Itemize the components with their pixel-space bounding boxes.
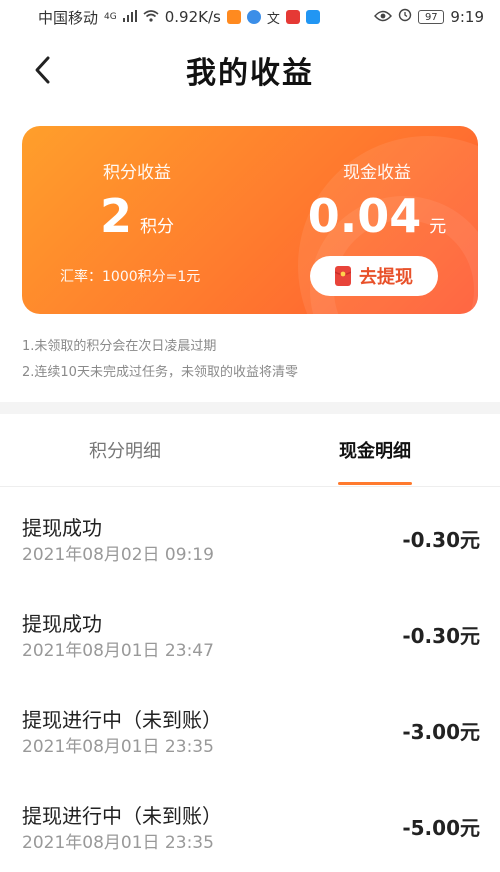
eye-icon — [374, 8, 393, 26]
status-bar: 中国移动 4G 0.92K/s 文 97 9:19 — [0, 0, 500, 34]
network-speed: 0.92K/s — [164, 8, 221, 26]
points-value: 2 — [100, 189, 133, 243]
wifi-icon — [143, 8, 159, 26]
browser-notification-icon — [246, 10, 261, 24]
tab-cash-detail[interactable]: 现金明细 — [330, 414, 420, 486]
record-time: 2021年08月01日 23:35 — [22, 737, 214, 757]
exchange-rate: 汇率：1000积分=1元 — [60, 269, 201, 285]
cash-earnings: 现金收益 0.04 元 — [307, 158, 447, 243]
list-item[interactable]: 提现进行中（未到账） 2021年08月01日 23:35 -3.00元 — [0, 680, 500, 776]
status-left: 中国移动 4G 0.92K/s 文 — [38, 7, 320, 28]
red-notification-icon — [285, 10, 300, 24]
points-label: 积分收益 — [103, 163, 171, 183]
record-amount: -0.30元 — [402, 624, 480, 648]
page-header: 我的收益 — [0, 34, 500, 106]
back-button[interactable] — [28, 52, 56, 88]
chevron-left-icon — [35, 56, 50, 84]
list-item[interactable]: 提现成功 2021年08月01日 23:47 -0.30元 — [0, 584, 500, 680]
clock-time: 9:19 — [450, 8, 484, 26]
points-value-row: 2 积分 — [100, 189, 174, 243]
red-envelope-icon — [335, 266, 351, 286]
record-time: 2021年08月01日 23:35 — [22, 833, 214, 853]
record-title: 提现成功 — [22, 612, 102, 636]
battery-icon: 97 — [418, 10, 445, 24]
active-tab-indicator — [338, 482, 412, 485]
record-time: 2021年08月02日 09:19 — [22, 545, 214, 565]
app-notification-icon — [226, 10, 241, 24]
record-amount: -3.00元 — [402, 720, 480, 744]
cash-records-list: 提现成功 2021年08月02日 09:19 -0.30元 提现成功 2021年… — [0, 488, 500, 872]
points-earnings: 积分收益 2 积分 — [100, 158, 174, 243]
list-item[interactable]: 提现成功 2021年08月02日 09:19 -0.30元 — [0, 488, 500, 584]
battery-level: 97 — [424, 11, 438, 23]
cash-label: 现金收益 — [343, 163, 411, 183]
points-unit: 积分 — [140, 217, 175, 237]
note-line: 2.连续10天未完成过任务，未领取的收益将清零 — [22, 365, 298, 380]
record-amount: -0.30元 — [402, 528, 480, 552]
withdraw-button[interactable]: 去提现 — [310, 256, 438, 296]
signal-icon — [122, 8, 137, 26]
network-type: 4G — [104, 12, 117, 22]
list-item[interactable]: 提现进行中（未到账） 2021年08月01日 23:35 -5.00元 — [0, 776, 500, 872]
page-title: 我的收益 — [186, 56, 314, 91]
cash-unit: 元 — [429, 217, 447, 237]
tab-points-detail[interactable]: 积分明细 — [80, 414, 170, 486]
record-amount: -5.00元 — [402, 816, 480, 840]
alarm-icon — [398, 8, 412, 26]
withdraw-label: 去提现 — [359, 267, 413, 288]
earnings-card: 积分收益 2 积分 现金收益 0.04 元 汇率：1000积分=1元 去提现 — [22, 126, 478, 314]
record-title: 提现进行中（未到账） — [22, 804, 222, 828]
cash-value-row: 0.04 元 — [307, 189, 447, 243]
status-right: 97 9:19 — [374, 8, 484, 26]
text-notification-icon: 文 — [266, 11, 280, 27]
cash-value: 0.04 — [307, 189, 422, 243]
record-time: 2021年08月01日 23:47 — [22, 641, 214, 661]
blue-notification-icon — [305, 10, 320, 24]
carrier-text: 中国移动 — [38, 8, 99, 27]
record-title: 提现成功 — [22, 516, 102, 540]
detail-tabs: 积分明细 现金明细 — [0, 414, 500, 487]
note-line: 1.未领取的积分会在次日凌晨过期 — [22, 339, 217, 354]
section-divider — [0, 402, 500, 414]
notes: 1.未领取的积分会在次日凌晨过期 2.连续10天未完成过任务，未领取的收益将清零 — [22, 334, 298, 386]
record-title: 提现进行中（未到账） — [22, 708, 222, 732]
